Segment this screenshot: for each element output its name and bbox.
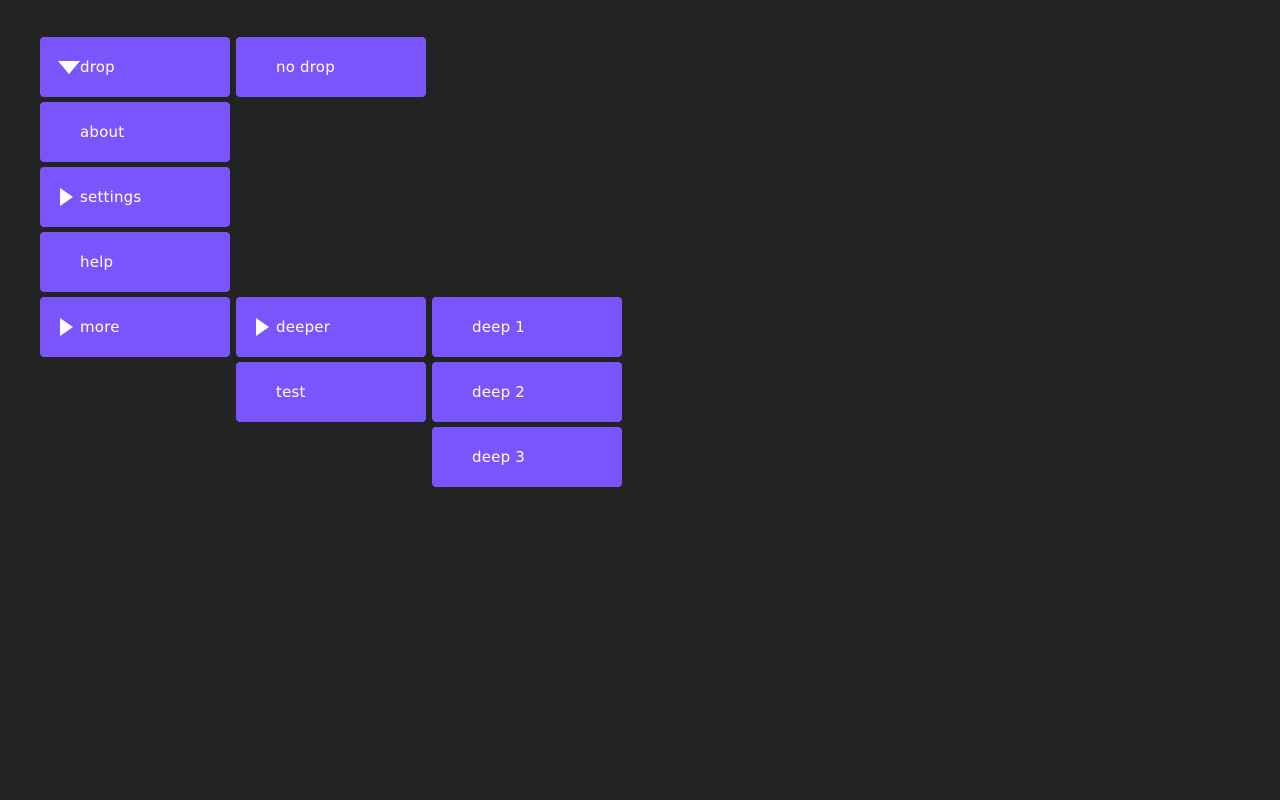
menu-item-label: test — [276, 382, 306, 401]
menu-item-label: help — [80, 252, 114, 271]
menu-item-settings[interactable]: settings — [40, 167, 230, 227]
menu-item-label: no drop — [276, 57, 335, 76]
menu-item-deeper[interactable]: deeper — [236, 297, 426, 357]
more-submenu-panel: deeper test — [236, 297, 426, 422]
drop-submenu-panel: no drop — [236, 37, 426, 97]
menu-item-label: settings — [80, 187, 142, 206]
caret-right-icon — [60, 188, 73, 206]
caret-right-icon — [256, 318, 269, 336]
caret-down-icon — [58, 61, 80, 74]
menu-item-test[interactable]: test — [236, 362, 426, 422]
menu-item-label: deep 1 — [472, 317, 526, 336]
menu-item-label: about — [80, 122, 125, 141]
menu-item-about[interactable]: about — [40, 102, 230, 162]
menu-item-label: deep 2 — [472, 382, 526, 401]
menu-item-drop[interactable]: drop — [40, 37, 230, 97]
caret-right-icon — [60, 318, 73, 336]
menu-item-label: more — [80, 317, 120, 336]
menu-item-label: drop — [80, 57, 115, 76]
menu-item-deep-2[interactable]: deep 2 — [432, 362, 622, 422]
menu-item-more[interactable]: more — [40, 297, 230, 357]
root-panel: drop about settings help more — [40, 37, 230, 357]
nested-menu-root: drop about settings help more no drop deeper te… — [0, 0, 1280, 800]
menu-item-deep-1[interactable]: deep 1 — [432, 297, 622, 357]
menu-item-label: deep 3 — [472, 447, 526, 466]
menu-item-help[interactable]: help — [40, 232, 230, 292]
menu-item-no-drop[interactable]: no drop — [236, 37, 426, 97]
menu-item-label: deeper — [276, 317, 331, 336]
deeper-submenu-panel: deep 1 deep 2 deep 3 — [432, 297, 622, 487]
menu-item-deep-3[interactable]: deep 3 — [432, 427, 622, 487]
